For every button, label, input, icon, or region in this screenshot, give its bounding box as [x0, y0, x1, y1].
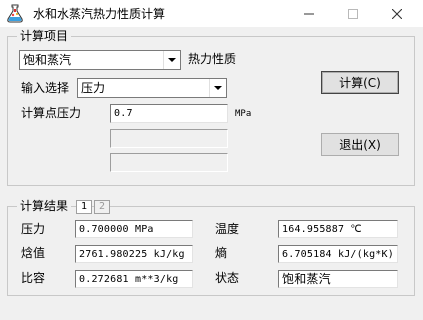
exit-button[interactable]: 退出(X) [321, 133, 399, 156]
maximize-button[interactable] [330, 0, 375, 27]
result-value-state: 饱和蒸汽 [282, 272, 331, 286]
result-label-entropy: 熵 [215, 246, 228, 260]
result-label-pressure: 压力 [21, 222, 46, 236]
property-label: 热力性质 [188, 52, 237, 66]
result-label-state: 状态 [215, 271, 240, 285]
result-label-enthalpy: 焓值 [21, 246, 46, 260]
result-value-entropy: 6.705184 kJ/(kg*K) [282, 249, 394, 260]
calc-items-legend: 计算项目 [17, 29, 72, 43]
exit-button-label: 退出(X) [339, 138, 381, 152]
result-field-temperature: 164.955887 ℃ [278, 220, 398, 238]
title-bar: 水和水蒸汽热力性质计算 [0, 0, 423, 27]
results-page-tab-2[interactable]: 2 [94, 200, 110, 214]
point-value: 0.7 [114, 108, 133, 119]
result-field-state: 饱和蒸汽 [278, 270, 398, 288]
point-label: 计算点压力 [21, 106, 82, 120]
result-field-specific-volume: 0.272681 m**3/kg [75, 270, 193, 288]
result-value-enthalpy: 2761.980225 kJ/kg [79, 249, 185, 260]
input-select-value: 压力 [81, 81, 106, 95]
results-legend: 计算结果 [17, 199, 72, 213]
input-select-label: 输入选择 [21, 81, 70, 95]
result-field-enthalpy: 2761.980225 kJ/kg [75, 245, 193, 263]
minimize-button[interactable] [286, 0, 331, 27]
result-label-temperature: 温度 [215, 222, 240, 236]
close-button[interactable] [374, 0, 419, 27]
result-field-pressure: 0.700000 MPa [75, 220, 193, 238]
calc-button[interactable]: 计算(C) [321, 71, 399, 94]
result-value-temperature: 164.955887 ℃ [282, 224, 362, 235]
chevron-down-icon[interactable] [163, 51, 180, 69]
calc-button-label: 计算(C) [339, 76, 381, 90]
result-value-specific-volume: 0.272681 m**3/kg [79, 274, 179, 285]
window-title: 水和水蒸汽热力性质计算 [33, 7, 166, 21]
input-select[interactable]: 压力 [77, 78, 227, 98]
property-select-value: 饱和蒸汽 [23, 53, 72, 67]
chevron-down-icon[interactable] [209, 79, 226, 97]
results-page-tab-1[interactable]: 1 [76, 200, 92, 214]
result-label-specific-volume: 比容 [21, 271, 46, 285]
input-field-3 [110, 153, 228, 172]
result-value-pressure: 0.700000 MPa [79, 224, 154, 235]
input-field-2 [110, 129, 228, 148]
flask-icon [6, 4, 26, 23]
point-value-field[interactable]: 0.7 [110, 104, 228, 123]
result-field-entropy: 6.705184 kJ/(kg*K) [278, 245, 398, 263]
point-unit: MPa [235, 109, 252, 119]
property-select[interactable]: 饱和蒸汽 [19, 50, 181, 70]
